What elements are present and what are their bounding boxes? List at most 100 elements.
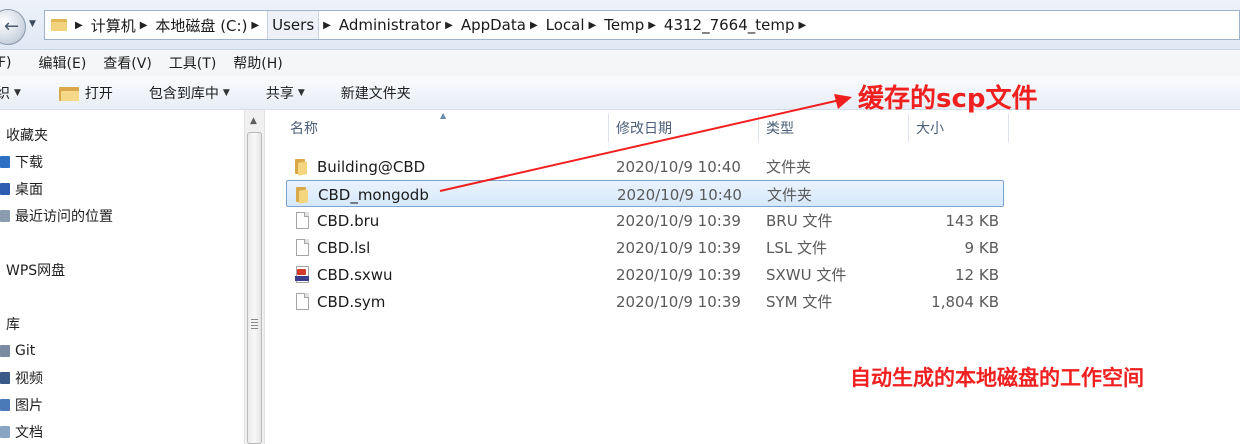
breadcrumb-root-arrow[interactable]: ▶ bbox=[71, 11, 91, 39]
include-in-library-button[interactable]: 包含到库中 ▼ bbox=[149, 83, 230, 103]
chevron-right-icon[interactable]: ▶ bbox=[323, 20, 331, 31]
menu-tools[interactable]: 工具(T) bbox=[169, 53, 216, 73]
menu-bar: F) 编辑(E) 查看(V) 工具(T) 帮助(H) bbox=[0, 50, 1240, 76]
open-button[interactable]: 打开 bbox=[58, 83, 113, 103]
back-button[interactable]: ← bbox=[0, 9, 26, 45]
chevron-right-icon[interactable]: ▶ bbox=[140, 20, 148, 31]
file-row[interactable]: CBD.sym 2020/10/9 10:39 SYM 文件 1,804 KB bbox=[286, 288, 1004, 315]
nav-item-videos[interactable]: 视频 bbox=[0, 367, 43, 389]
file-row[interactable]: CBD.sxwu 2020/10/9 10:39 SXWU 文件 12 KB bbox=[286, 261, 1004, 288]
share-button[interactable]: 共享 ▼ bbox=[266, 83, 305, 103]
pictures-icon bbox=[0, 399, 10, 411]
chevron-down-icon: ▼ bbox=[222, 87, 230, 98]
chevron-right-icon[interactable]: ▶ bbox=[445, 20, 453, 31]
git-library-icon bbox=[0, 345, 10, 357]
column-header-type[interactable]: 类型 bbox=[766, 114, 794, 142]
breadcrumb-item[interactable]: Users bbox=[267, 11, 320, 39]
back-arrow-icon: ← bbox=[4, 16, 20, 37]
chevron-down-icon: ▼ bbox=[14, 87, 21, 98]
scroll-up-icon[interactable]: ▲ bbox=[250, 116, 257, 126]
file-icon bbox=[294, 293, 310, 310]
file-type: SYM 文件 bbox=[766, 293, 833, 311]
breadcrumb-item[interactable]: 计算机 ▶ bbox=[91, 11, 156, 39]
breadcrumb-item[interactable]: Temp ▶ bbox=[604, 11, 664, 39]
file-size: 12 KB bbox=[955, 265, 999, 284]
file-date: 2020/10/9 10:39 bbox=[616, 211, 741, 230]
desktop-icon bbox=[0, 183, 10, 195]
file-name: CBD.sxwu bbox=[317, 265, 393, 284]
recent-pages-dropdown-icon[interactable]: ▼ bbox=[29, 19, 36, 29]
cache-annotation-label: 缓存的scp文件 bbox=[858, 84, 1038, 114]
folder-icon bbox=[51, 17, 67, 31]
file-row[interactable]: Building@CBD 2020/10/9 10:40 文件夹 bbox=[286, 153, 1004, 180]
sxwu-file-icon bbox=[294, 266, 310, 283]
command-toolbar: 织 ▼ 打开 包含到库中 ▼ 共享 ▼ 新建文件夹 bbox=[0, 76, 1240, 110]
breadcrumb-item[interactable]: AppData ▶ bbox=[461, 11, 546, 39]
file-name: Building@CBD bbox=[317, 157, 426, 176]
nav-item-downloads[interactable]: 下载 bbox=[0, 151, 43, 173]
chevron-right-icon[interactable]: ▶ bbox=[251, 20, 259, 31]
breadcrumb-item[interactable]: 本地磁盘 (C:) ▶ bbox=[155, 11, 267, 39]
videos-icon bbox=[0, 372, 10, 384]
address-bar-row: ← ▼ ▶ 计算机 ▶ 本地磁盘 (C:) ▶ Users ▶ Administrat… bbox=[0, 0, 1240, 50]
documents-icon bbox=[0, 426, 10, 438]
file-size: 9 KB bbox=[964, 238, 999, 257]
file-type: LSL 文件 bbox=[766, 239, 828, 257]
breadcrumb-item[interactable]: Local ▶ bbox=[546, 11, 605, 39]
menu-file[interactable]: F) bbox=[0, 55, 12, 71]
menu-view[interactable]: 查看(V) bbox=[103, 53, 152, 73]
file-row[interactable]: CBD.lsl 2020/10/9 10:39 LSL 文件 9 KB bbox=[286, 234, 1004, 261]
file-date: 2020/10/9 10:40 bbox=[617, 185, 742, 204]
navigation-pane: 收藏夹 下载 桌面 最近访问的位置 WPS网盘 库 Git 视频 图片 文档 bbox=[0, 110, 244, 444]
nav-item-desktop[interactable]: 桌面 bbox=[0, 178, 43, 200]
menu-edit[interactable]: 编辑(E) bbox=[39, 53, 87, 73]
address-box[interactable]: ▶ 计算机 ▶ 本地磁盘 (C:) ▶ Users ▶ Administrator ▶ … bbox=[44, 10, 1240, 40]
sort-ascending-icon: ▲ bbox=[440, 111, 447, 120]
nav-favorites-header[interactable]: 收藏夹 bbox=[6, 124, 48, 146]
nav-item-documents[interactable]: 文档 bbox=[0, 421, 43, 443]
folder-icon bbox=[295, 186, 311, 204]
workspace-annotation-label: 自动生成的本地磁盘的工作空间 bbox=[850, 366, 1144, 390]
file-name: CBD.sym bbox=[317, 292, 386, 311]
file-row[interactable]: CBD.bru 2020/10/9 10:39 BRU 文件 143 KB bbox=[286, 207, 1004, 234]
organize-button[interactable]: 织 ▼ bbox=[0, 83, 21, 103]
chevron-right-icon: ▶ bbox=[75, 19, 83, 31]
chevron-right-icon[interactable]: ▶ bbox=[648, 20, 656, 31]
file-type: 文件夹 bbox=[766, 158, 812, 176]
file-name: CBD.lsl bbox=[317, 238, 371, 257]
breadcrumb-item[interactable]: ▶ Administrator ▶ bbox=[319, 11, 461, 39]
new-folder-button[interactable]: 新建文件夹 bbox=[341, 83, 411, 103]
file-row-selected[interactable]: CBD_mongodb 2020/10/9 10:40 文件夹 bbox=[286, 180, 1004, 207]
column-header-date[interactable]: 修改日期 bbox=[616, 114, 672, 142]
open-folder-icon bbox=[58, 85, 79, 101]
nav-libraries-header[interactable]: 库 bbox=[6, 313, 20, 335]
file-date: 2020/10/9 10:39 bbox=[616, 265, 741, 284]
file-icon bbox=[294, 212, 310, 229]
chevron-right-icon[interactable]: ▶ bbox=[799, 20, 807, 31]
chevron-right-icon[interactable]: ▶ bbox=[530, 20, 538, 31]
scrollbar-thumb[interactable] bbox=[247, 132, 262, 444]
column-header-name[interactable]: 名称 bbox=[290, 114, 318, 142]
file-type: BRU 文件 bbox=[766, 212, 833, 230]
breadcrumb-item[interactable]: 4312_7664_temp ▶ bbox=[664, 11, 814, 39]
file-size: 1,804 KB bbox=[931, 292, 999, 311]
chevron-right-icon[interactable]: ▶ bbox=[589, 20, 597, 31]
nav-item-wps-drive[interactable]: WPS网盘 bbox=[6, 259, 65, 281]
nav-item-recent-places[interactable]: 最近访问的位置 bbox=[0, 205, 113, 227]
file-size bbox=[906, 153, 999, 180]
file-type: 文件夹 bbox=[767, 186, 813, 204]
file-type: SXWU 文件 bbox=[766, 266, 847, 284]
column-header-size[interactable]: 大小 bbox=[916, 114, 944, 142]
file-name: CBD_mongodb bbox=[318, 185, 429, 204]
nav-scrollbar[interactable]: ▲ bbox=[244, 110, 265, 444]
file-date: 2020/10/9 10:40 bbox=[616, 157, 741, 176]
file-size bbox=[907, 181, 1000, 208]
file-size: 143 KB bbox=[945, 211, 999, 230]
recent-places-icon bbox=[0, 210, 10, 222]
breadcrumb: ▶ 计算机 ▶ 本地磁盘 (C:) ▶ Users ▶ Administrator ▶ … bbox=[71, 11, 814, 39]
folder-icon bbox=[294, 158, 310, 176]
download-icon bbox=[0, 156, 10, 168]
nav-item-pictures[interactable]: 图片 bbox=[0, 394, 43, 416]
menu-help[interactable]: 帮助(H) bbox=[233, 53, 282, 73]
nav-item-git[interactable]: Git bbox=[0, 340, 35, 362]
